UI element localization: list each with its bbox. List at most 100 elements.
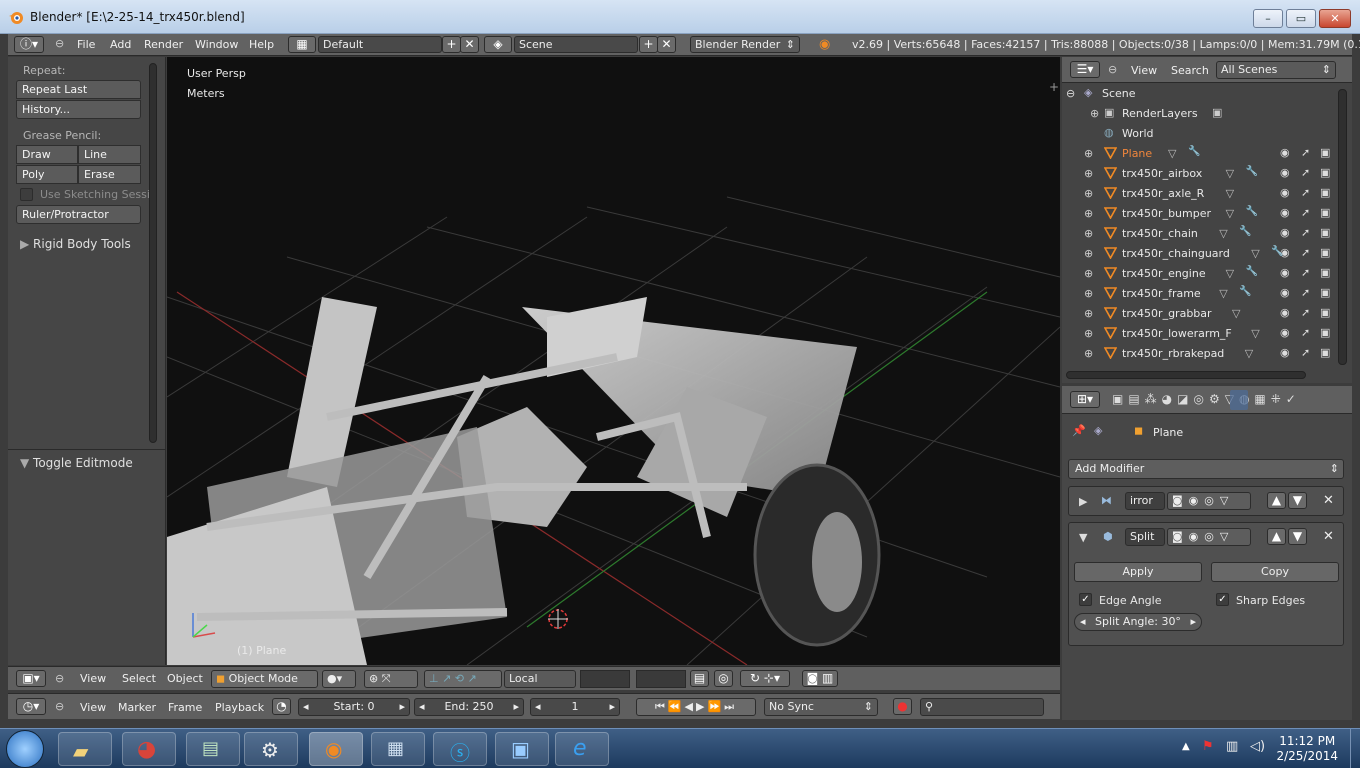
- renderable-camera-icon[interactable]: ▣: [1320, 166, 1330, 179]
- delete-layout-button[interactable]: ✕: [460, 36, 479, 53]
- taskbar-ie[interactable]: e: [555, 732, 609, 766]
- scene-field[interactable]: Scene: [514, 36, 638, 53]
- expand-icon[interactable]: ⊕: [1084, 187, 1093, 200]
- move-down-button[interactable]: ▼: [1288, 528, 1307, 545]
- taskbar-blender[interactable]: ◉: [309, 732, 363, 766]
- remove-edge-split-icon[interactable]: ✕: [1323, 529, 1334, 544]
- history-button[interactable]: History...: [16, 100, 141, 119]
- collapse-menu-icon[interactable]: ⊖: [55, 672, 64, 685]
- rigid-body-tools-panel-header[interactable]: ▶ Rigid Body Tools: [20, 237, 131, 251]
- 3d-viewport[interactable]: + User Persp Meters (1) Plane: [167, 57, 1060, 665]
- expand-icon[interactable]: ⊕: [1084, 267, 1093, 280]
- split-angle-slider[interactable]: ◂ Split Angle: 30° ▸: [1074, 613, 1202, 631]
- visibility-eye-icon[interactable]: ◉: [1280, 206, 1290, 219]
- taskbar-steam[interactable]: ⚙: [244, 732, 298, 766]
- add-modifier-select[interactable]: Add Modifier ⇕: [1068, 459, 1344, 479]
- expand-icon[interactable]: ⊕: [1084, 167, 1093, 180]
- renderable-camera-icon[interactable]: ▣: [1320, 286, 1330, 299]
- selectable-cursor-icon[interactable]: ➚: [1301, 246, 1310, 259]
- collapse-menu-icon[interactable]: ⊖: [55, 700, 64, 713]
- render-engine-select[interactable]: Blender Render ⇕: [690, 36, 800, 53]
- collapse-modifier-icon[interactable]: ▼: [1079, 531, 1087, 544]
- screen-layout-icon[interactable]: ▦: [288, 36, 316, 53]
- current-frame-field[interactable]: ◂ 1 ▸: [530, 698, 620, 716]
- use-sketching-checkbox[interactable]: [20, 188, 33, 201]
- grease-poly-button[interactable]: Poly: [16, 165, 78, 184]
- grease-erase-button[interactable]: Erase: [78, 165, 141, 184]
- show-hidden-icons[interactable]: ▲: [1182, 741, 1190, 752]
- menu-view[interactable]: View: [80, 672, 106, 685]
- outliner-v-scrollbar[interactable]: [1338, 89, 1347, 365]
- add-layout-button[interactable]: +: [442, 36, 461, 53]
- property-context-tabs[interactable]: ▣▤⁂◕◪◎⚙▽◍▦⁜✓: [1112, 392, 1342, 409]
- menu-select[interactable]: Select: [122, 672, 156, 685]
- taskbar-skype[interactable]: ⓢ: [433, 732, 487, 766]
- menu-help[interactable]: Help: [249, 38, 274, 51]
- visibility-eye-icon[interactable]: ◉: [1280, 146, 1290, 159]
- expand-icon[interactable]: ⊕: [1084, 207, 1093, 220]
- layer-buttons-2[interactable]: [636, 670, 686, 688]
- selectable-cursor-icon[interactable]: ➚: [1301, 326, 1310, 339]
- renderable-camera-icon[interactable]: ▣: [1320, 246, 1330, 259]
- remove-mirror-icon[interactable]: ✕: [1323, 493, 1334, 508]
- menu-view[interactable]: View: [80, 701, 106, 714]
- show-desktop-button[interactable]: [1350, 729, 1360, 768]
- expand-icon[interactable]: ⊕: [1084, 227, 1093, 240]
- expand-icon[interactable]: ⊕: [1084, 247, 1093, 260]
- record-button[interactable]: ●: [893, 698, 912, 715]
- selectable-cursor-icon[interactable]: ➚: [1301, 226, 1310, 239]
- pivot-point-select[interactable]: ⊛ ⤧: [364, 670, 418, 688]
- expand-icon[interactable]: ⊕: [1084, 307, 1093, 320]
- maximize-button[interactable]: ▭: [1286, 9, 1316, 28]
- menu-render[interactable]: Render: [144, 38, 183, 51]
- taskbar-explorer[interactable]: ▰: [58, 732, 112, 766]
- render-opengl-icons[interactable]: ◙ ▥: [802, 670, 838, 687]
- move-down-button[interactable]: ▼: [1288, 492, 1307, 509]
- snap-element-select[interactable]: ↻ ⊹▾: [740, 670, 790, 687]
- menu-window[interactable]: Window: [195, 38, 238, 51]
- selectable-cursor-icon[interactable]: ➚: [1301, 206, 1310, 219]
- renderable-camera-icon[interactable]: ▣: [1320, 186, 1330, 199]
- outliner-row-scene[interactable]: ⊖ ◈ Scene: [1062, 84, 1338, 104]
- selectable-cursor-icon[interactable]: ➚: [1301, 166, 1310, 179]
- outliner-object-row[interactable]: ⊕ trx450r_axle_R ◉ ➚ ▣ ▽: [1062, 184, 1338, 204]
- display-mode-select[interactable]: All Scenes ⇕: [1216, 61, 1336, 79]
- renderable-camera-icon[interactable]: ▣: [1320, 306, 1330, 319]
- selectable-cursor-icon[interactable]: ➚: [1301, 186, 1310, 199]
- menu-add[interactable]: Add: [110, 38, 131, 51]
- edge-split-visibility-toggles[interactable]: ◙◉◎▽: [1167, 528, 1251, 546]
- expand-icon[interactable]: ⊕: [1084, 287, 1093, 300]
- outliner-object-row[interactable]: ⊕ trx450r_grabbar ◉ ➚ ▣ ▽: [1062, 304, 1338, 324]
- visibility-eye-icon[interactable]: ◉: [1280, 306, 1290, 319]
- taskbar-app[interactable]: ▦: [371, 732, 425, 766]
- edge-angle-checkbox[interactable]: ✓: [1079, 593, 1092, 606]
- outliner-object-row[interactable]: ⊕ trx450r_lowerarm_F ◉ ➚ ▣ ▽: [1062, 324, 1338, 344]
- visibility-eye-icon[interactable]: ◉: [1280, 186, 1290, 199]
- playback-controls[interactable]: ⏮⏪◀▶⏩⏭: [636, 698, 756, 716]
- sync-mode-select[interactable]: No Sync ⇕: [764, 698, 878, 716]
- viewport-shading-select[interactable]: ●▾: [322, 670, 356, 688]
- selectable-cursor-icon[interactable]: ➚: [1301, 286, 1310, 299]
- collapse-icon[interactable]: ⊖: [1066, 87, 1075, 100]
- apply-button[interactable]: Apply: [1074, 562, 1202, 582]
- toggle-editmode-panel-header[interactable]: ▼ Toggle Editmode: [20, 456, 133, 470]
- expand-icon[interactable]: ⊕: [1084, 347, 1093, 360]
- editor-type-timeline-button[interactable]: ◷▾: [16, 698, 46, 715]
- outliner-object-row[interactable]: ⊕ trx450r_chain ◉ ➚ ▣ ▽ 🔧: [1062, 224, 1338, 244]
- editor-type-outliner-button[interactable]: ☰▾: [1070, 61, 1100, 78]
- interaction-mode-select[interactable]: ◼ Object Mode: [211, 670, 318, 688]
- layer-buttons[interactable]: [580, 670, 630, 688]
- renderable-camera-icon[interactable]: ▣: [1320, 346, 1330, 359]
- add-scene-button[interactable]: +: [639, 36, 658, 53]
- taskbar-chrome[interactable]: ◕: [122, 732, 176, 766]
- editor-type-properties-button[interactable]: ⊞▾: [1070, 391, 1100, 408]
- outliner-object-row[interactable]: ⊕ trx450r_chainguard ◉ ➚ ▣ ▽ 🔧: [1062, 244, 1338, 264]
- ruler-protractor-button[interactable]: Ruler/Protractor: [16, 205, 141, 224]
- expand-icon[interactable]: ⊕: [1090, 107, 1099, 120]
- selectable-cursor-icon[interactable]: ➚: [1301, 266, 1310, 279]
- close-window-button[interactable]: ✕: [1319, 9, 1351, 28]
- visibility-eye-icon[interactable]: ◉: [1280, 286, 1290, 299]
- outliner-h-scrollbar[interactable]: [1066, 371, 1306, 379]
- menu-playback[interactable]: Playback: [215, 701, 264, 714]
- outliner-object-row[interactable]: ⊕ Plane ◉ ➚ ▣ ▽ 🔧: [1062, 144, 1338, 164]
